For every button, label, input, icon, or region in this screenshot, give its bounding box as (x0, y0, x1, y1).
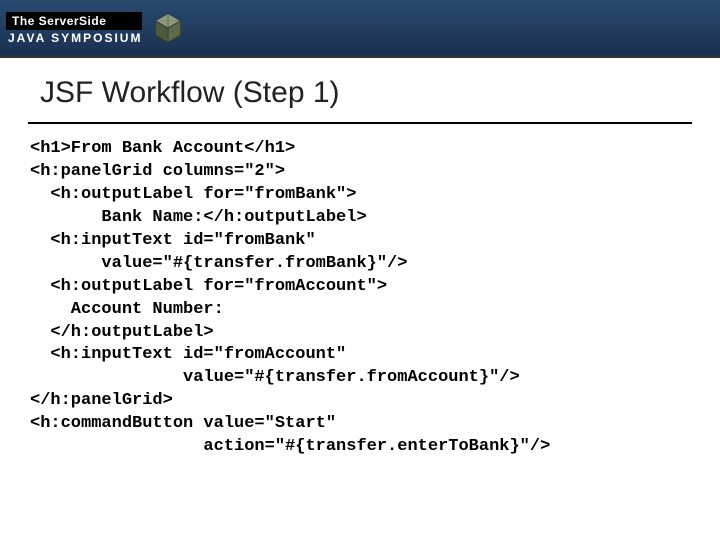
code-line: action="#{transfer.enterToBank}"/> (30, 437, 550, 456)
code-line: <h:outputLabel for="fromAccount"> (30, 277, 387, 296)
code-block: <h1>From Bank Account</h1> <h:panelGrid … (0, 138, 720, 459)
code-line: </h:outputLabel> (30, 323, 214, 342)
logo-top-text: The ServerSide (6, 12, 142, 30)
logo-text: The ServerSide JAVA SYMPOSIUM (6, 12, 142, 44)
slide-title: JSF Workflow (Step 1) (0, 58, 720, 118)
code-line: <h1>From Bank Account</h1> (30, 139, 295, 158)
code-line: <h:panelGrid columns="2"> (30, 162, 285, 181)
header-bar: The ServerSide JAVA SYMPOSIUM (0, 0, 720, 58)
code-line: <h:inputText id="fromBank" (30, 231, 316, 250)
cube-icon (150, 10, 186, 46)
logo-bottom-text: JAVA SYMPOSIUM (6, 30, 142, 44)
code-line: value="#{transfer.fromAccount}"/> (30, 368, 520, 387)
code-line: <h:inputText id="fromAccount" (30, 345, 346, 364)
code-line: Account Number: (30, 300, 224, 319)
code-line: value="#{transfer.fromBank}"/> (30, 254, 407, 273)
code-line: <h:commandButton value="Start" (30, 414, 336, 433)
code-line: Bank Name:</h:outputLabel> (30, 208, 367, 227)
code-line: <h:outputLabel for="fromBank"> (30, 185, 356, 204)
code-line: </h:panelGrid> (30, 391, 173, 410)
logo-block: The ServerSide JAVA SYMPOSIUM (6, 10, 186, 46)
title-underline (28, 122, 692, 124)
